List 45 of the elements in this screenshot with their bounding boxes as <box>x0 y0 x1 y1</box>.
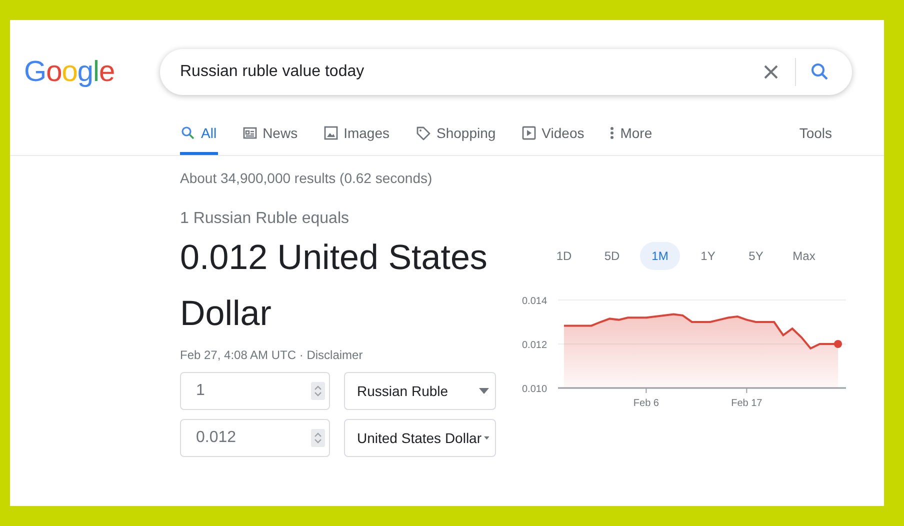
spinner-icon[interactable] <box>311 382 325 400</box>
period-tab[interactable]: Max <box>784 242 824 270</box>
currency-dropdown[interactable]: United States Dollar <box>344 419 496 457</box>
tab[interactable]: Images <box>322 114 390 155</box>
search-icon <box>181 126 195 140</box>
spinner-icon[interactable] <box>311 429 325 447</box>
result-stats: About 34,900,000 results (0.62 seconds) <box>180 170 434 186</box>
amount-field[interactable]: 1 <box>180 372 330 410</box>
search-field[interactable]: Russian ruble value today <box>160 49 852 95</box>
period-tab[interactable]: 1D <box>544 242 584 270</box>
tag-icon <box>416 126 430 140</box>
play-icon <box>522 126 536 140</box>
tab[interactable]: Videos <box>520 114 586 155</box>
tab[interactable]: Shopping <box>414 114 497 155</box>
image-icon <box>324 126 338 140</box>
period-tab[interactable]: 1Y <box>688 242 728 270</box>
logo[interactable]: Google <box>10 56 160 88</box>
close-icon[interactable] <box>763 64 779 80</box>
search-icon[interactable] <box>810 62 830 82</box>
x-axis-label: Feb 6 <box>633 398 659 409</box>
period-tab[interactable]: 5Y <box>736 242 776 270</box>
amount-value[interactable]: 1 <box>196 382 311 400</box>
tab[interactable]: All <box>180 114 218 155</box>
caret-icon <box>479 388 489 394</box>
currency-dropdown[interactable]: Russian Ruble <box>344 372 496 410</box>
y-axis-label: 0.010 <box>522 384 548 395</box>
search-text[interactable]: Russian ruble value today <box>180 63 763 81</box>
period-tab[interactable]: 5D <box>592 242 632 270</box>
tools-link[interactable]: Tools <box>799 114 832 155</box>
y-axis-label: 0.014 <box>522 296 548 307</box>
current-point <box>834 340 842 348</box>
x-axis-label: Feb 17 <box>731 398 762 409</box>
tab[interactable]: News <box>242 114 299 155</box>
disclaimer-link[interactable]: Disclaimer <box>306 348 363 362</box>
timestamp: Feb 27, 4:08 AM UTC · <box>180 348 304 362</box>
y-axis-label: 0.012 <box>522 340 548 351</box>
newspaper-icon <box>242 127 257 139</box>
dots-icon <box>610 126 614 140</box>
period-tab[interactable]: 1M <box>640 242 680 270</box>
conversion-result: 0.012 United States Dollar <box>180 237 488 335</box>
caret-icon <box>484 435 489 441</box>
amount-value[interactable]: 0.012 <box>196 429 311 447</box>
conversion-intro: 1 Russian Ruble equals <box>180 210 350 228</box>
amount-field[interactable]: 0.012 <box>180 419 330 457</box>
tab[interactable]: More <box>609 114 654 155</box>
